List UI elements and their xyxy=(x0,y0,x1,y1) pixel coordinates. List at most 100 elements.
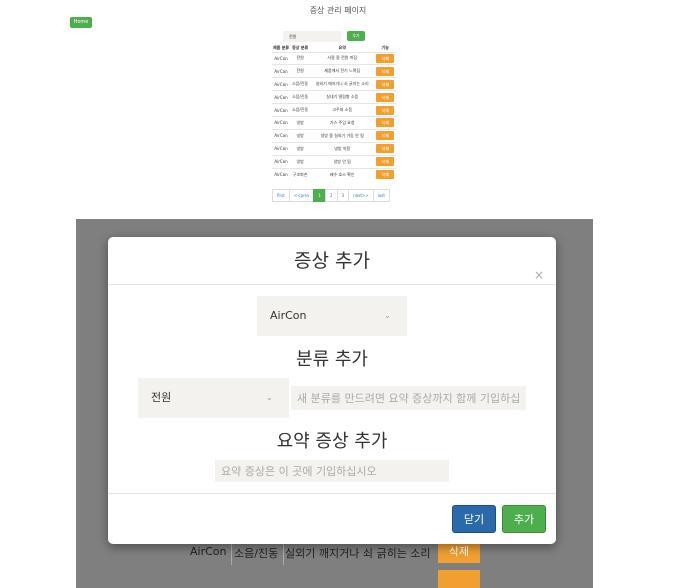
cell-summary: 실내기 떨림형 소음 xyxy=(310,90,375,104)
category-select[interactable]: 전원 ⌄ xyxy=(138,378,289,418)
cell-action: 삭제 xyxy=(374,51,397,65)
add-symptom-modal: 증상 추가 × AirCon ⌄ 분류 추가 전원 ⌄ 요약 증상 추가 닫기 … xyxy=(108,237,556,544)
table-row: AirCon 냉방 가스 주입 요청 삭제 xyxy=(272,115,397,130)
category-section-title: 분류 추가 xyxy=(296,349,368,370)
cell-product: AirCon xyxy=(272,90,291,104)
row-divider xyxy=(283,541,284,565)
cell-action: 삭제 xyxy=(374,115,397,130)
page-first[interactable]: first xyxy=(272,189,290,202)
row-product: AirCon xyxy=(190,545,227,558)
cell-summary: 가스 주입 요청 xyxy=(310,115,375,130)
row-category: 소음/진동 xyxy=(234,547,279,560)
cell-product: AirCon xyxy=(272,77,291,91)
filter-add-button[interactable]: 추가 xyxy=(347,31,365,41)
chevron-down-icon: ⌄ xyxy=(384,311,391,320)
delete-button[interactable]: 삭제 xyxy=(376,170,395,180)
cell-summary: 사용 중 전원 꺼짐 xyxy=(310,51,375,65)
summary-input[interactable] xyxy=(215,460,449,482)
category-filter-value: 전원 xyxy=(289,34,297,39)
table-row: AirCon 냉방 냉방 약함 삭제 xyxy=(272,141,397,156)
delete-button[interactable]: 삭제 xyxy=(376,53,395,63)
delete-button[interactable]: 삭제 xyxy=(376,105,395,115)
cell-action: 삭제 xyxy=(374,141,397,156)
cell-category: 냉방 xyxy=(290,115,311,130)
table-row: AirCon 냉방 냉방 안 됨 삭제 xyxy=(272,154,397,169)
table-row: AirCon 전원 제품에서 전기 느껴짐 삭제 xyxy=(272,64,397,78)
close-icon[interactable]: × xyxy=(534,269,544,281)
cell-action: 삭제 xyxy=(374,64,397,78)
cell-category: 전원 xyxy=(290,64,311,78)
symptom-table: 제품 분류 증상 분류 요약 기능 AirCon 전원 사용 중 전원 꺼짐 삭제 Ai… xyxy=(272,44,397,181)
table-row: AirCon 구조파손 배수 호스 확인 삭제 xyxy=(272,167,397,181)
summary-section-title: 요약 증상 추가 xyxy=(276,431,388,452)
pagination: first <<prev 1 2 3 next>> last xyxy=(272,189,390,202)
filter-row: 전원 추가 xyxy=(283,31,367,42)
add-button[interactable]: 추가 xyxy=(502,505,546,533)
footer-divider xyxy=(108,493,556,494)
cell-summary: 냉방 중 실외기 가동 안 됨 xyxy=(310,128,375,143)
cell-summary: 제품에서 전기 느껴짐 xyxy=(310,64,375,78)
header-category: 증상 분류 xyxy=(292,44,309,50)
table-row: AirCon 냉방 냉방 중 실외기 가동 안 됨 삭제 xyxy=(272,128,397,143)
delete-button[interactable] xyxy=(438,570,480,588)
row-divider xyxy=(231,541,232,565)
table-row: AirCon 소음/진동 실외기 깨지거나 쇠 긁히는 소리 삭제 xyxy=(272,77,397,91)
row-summary: 실외기 깨지거나 쇠 긁히는 소리 xyxy=(285,547,431,560)
header-summary: 요약 xyxy=(338,44,346,50)
product-select-value: AirCon xyxy=(270,309,307,322)
category-select-value: 전원 xyxy=(151,391,172,404)
cell-category: 구조파손 xyxy=(290,167,311,181)
delete-button[interactable]: 삭제 xyxy=(376,118,395,128)
header-action: 기능 xyxy=(381,44,389,50)
cell-action: 삭제 xyxy=(374,128,397,143)
delete-button[interactable]: 삭제 xyxy=(376,92,395,102)
delete-button[interactable]: 삭제 xyxy=(376,66,395,76)
chevron-down-icon: ⌄ xyxy=(266,393,273,402)
delete-button[interactable]: 삭제 xyxy=(376,144,395,154)
page-title: 증상 관리 페이지 xyxy=(309,6,367,15)
new-category-input[interactable] xyxy=(291,386,526,410)
close-button[interactable]: 닫기 xyxy=(452,505,496,533)
cell-product: AirCon xyxy=(272,128,291,143)
cell-category: 냉방 xyxy=(290,154,311,169)
modal-title: 증상 추가 xyxy=(294,250,370,272)
page-prev[interactable]: <<prev xyxy=(288,189,315,202)
table-row: AirCon 소음/진동 고주파 소음 삭제 xyxy=(272,103,397,117)
cell-product: AirCon xyxy=(272,115,291,130)
delete-button[interactable]: 삭제 xyxy=(376,79,395,89)
cell-category: 소음/진동 xyxy=(290,90,311,104)
cell-category: 소음/진동 xyxy=(290,103,311,117)
delete-button[interactable]: 삭제 xyxy=(438,541,480,563)
cell-product: AirCon xyxy=(272,64,291,78)
cell-summary: 고주파 소음 xyxy=(310,103,375,117)
cell-action: 삭제 xyxy=(374,77,397,91)
product-select[interactable]: AirCon ⌄ xyxy=(257,296,407,336)
cell-summary: 실외기 깨지거나 쇠 긁히는 소리 xyxy=(310,77,375,91)
cell-category: 냉방 xyxy=(290,141,311,156)
cell-summary: 냉방 약함 xyxy=(310,141,375,156)
cell-category: 냉방 xyxy=(290,128,311,143)
table-row: AirCon 전원 사용 중 전원 꺼짐 삭제 xyxy=(272,51,397,65)
header-product: 제품 분류 xyxy=(273,44,290,50)
cell-product: AirCon xyxy=(272,167,291,181)
delete-button[interactable]: 삭제 xyxy=(376,131,395,141)
table-header-row: 제품 분류 증상 분류 요약 기능 xyxy=(272,44,396,52)
home-button[interactable]: Home xyxy=(70,17,92,28)
cell-action: 삭제 xyxy=(374,167,397,181)
cell-action: 삭제 xyxy=(374,154,397,169)
cell-product: AirCon xyxy=(272,51,291,65)
cell-product: AirCon xyxy=(272,141,291,156)
page-last[interactable]: last xyxy=(372,189,390,202)
cell-category: 소음/진동 xyxy=(290,77,311,91)
cell-category: 전원 xyxy=(290,51,311,65)
table-row: AirCon 소음/진동 실내기 떨림형 소음 삭제 xyxy=(272,90,397,104)
category-filter-select[interactable]: 전원 xyxy=(283,31,341,42)
cell-product: AirCon xyxy=(272,154,291,169)
header-divider xyxy=(108,284,556,285)
cell-action: 삭제 xyxy=(374,90,397,104)
cell-summary: 배수 호스 확인 xyxy=(310,167,375,181)
delete-button[interactable]: 삭제 xyxy=(376,157,395,167)
page-next[interactable]: next>> xyxy=(348,189,374,202)
cell-summary: 냉방 안 됨 xyxy=(310,154,375,169)
cell-action: 삭제 xyxy=(374,103,397,117)
